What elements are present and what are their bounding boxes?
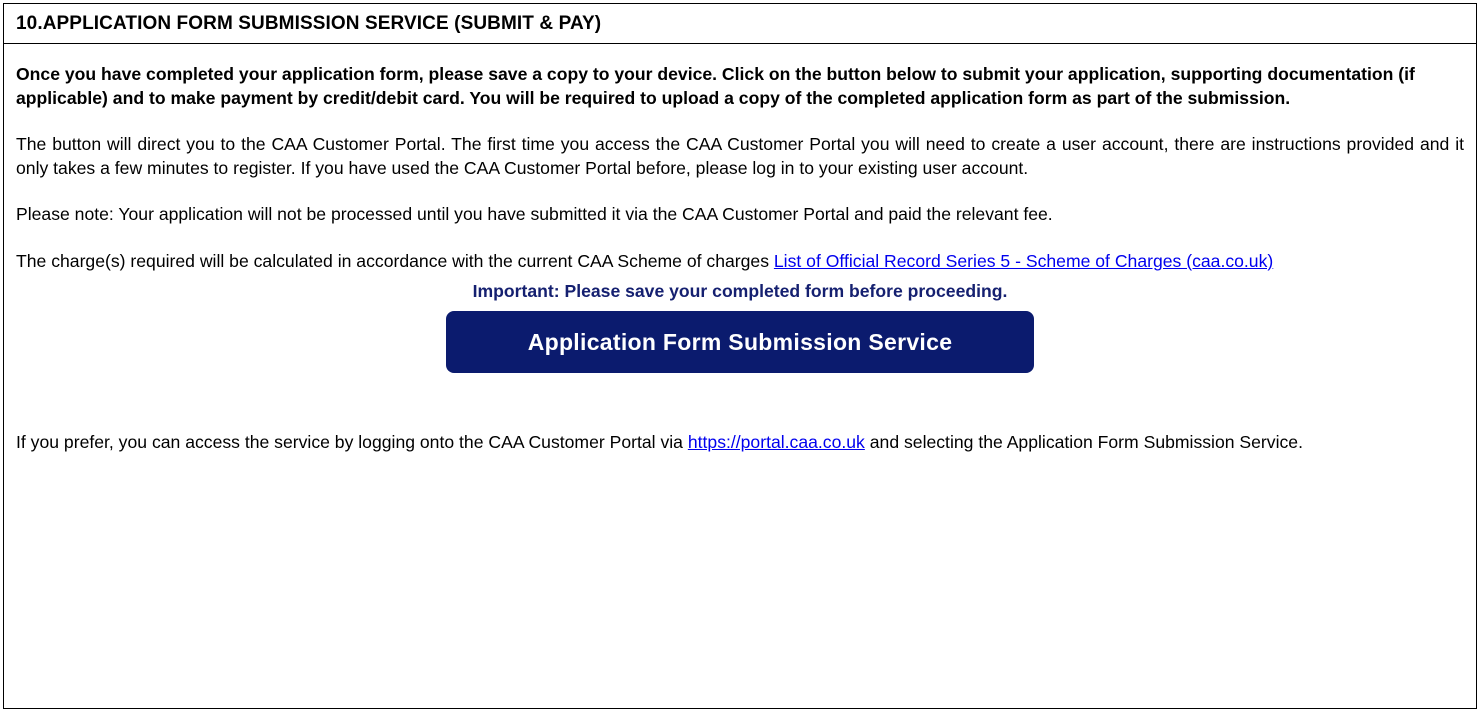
- charges-paragraph: The charge(s) required will be calculate…: [16, 250, 1464, 274]
- note-paragraph: Please note: Your application will not b…: [16, 204, 1053, 224]
- portal-link[interactable]: https://portal.caa.co.uk: [688, 432, 865, 452]
- section-header: 10.APPLICATION FORM SUBMISSION SERVICE (…: [4, 4, 1476, 44]
- prefer-text-after: and selecting the Application Form Submi…: [864, 432, 1303, 452]
- charges-text: The charge(s) required will be calculate…: [16, 250, 774, 271]
- prefer-text-before: If you prefer, you can access the servic…: [16, 432, 688, 452]
- section-content: Once you have completed your application…: [4, 63, 1476, 455]
- prefer-paragraph: If you prefer, you can access the servic…: [16, 431, 1464, 455]
- important-notice: Important: Please save your completed fo…: [472, 281, 1008, 301]
- section-title: 10.APPLICATION FORM SUBMISSION SERVICE (…: [16, 12, 602, 34]
- intro-paragraph: Once you have completed your application…: [16, 64, 1415, 108]
- submit-button-wrap: Application Form Submission Service: [16, 311, 1464, 373]
- scheme-of-charges-link[interactable]: List of Official Record Series 5 - Schem…: [774, 251, 1273, 271]
- section-box: 10.APPLICATION FORM SUBMISSION SERVICE (…: [3, 3, 1477, 709]
- application-form-submission-button[interactable]: Application Form Submission Service: [446, 311, 1034, 373]
- portal-info-paragraph: The button will direct you to the CAA Cu…: [16, 134, 1464, 178]
